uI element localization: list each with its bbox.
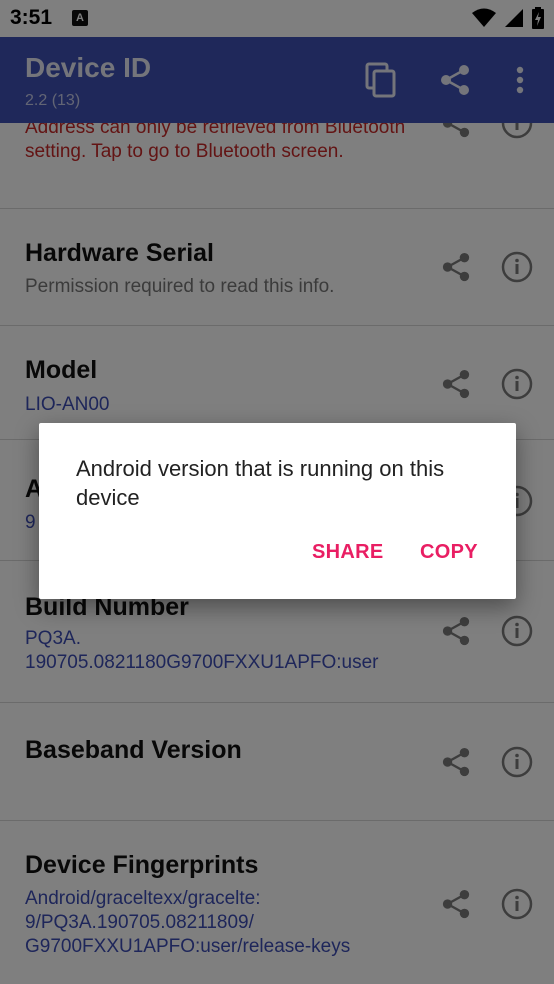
info-dialog: Android version that is running on this …	[39, 423, 516, 599]
dialog-message: Android version that is running on this …	[76, 456, 445, 510]
dialog-share-button[interactable]: SHARE	[312, 541, 384, 564]
dialog-copy-button[interactable]: COPY	[420, 541, 478, 564]
